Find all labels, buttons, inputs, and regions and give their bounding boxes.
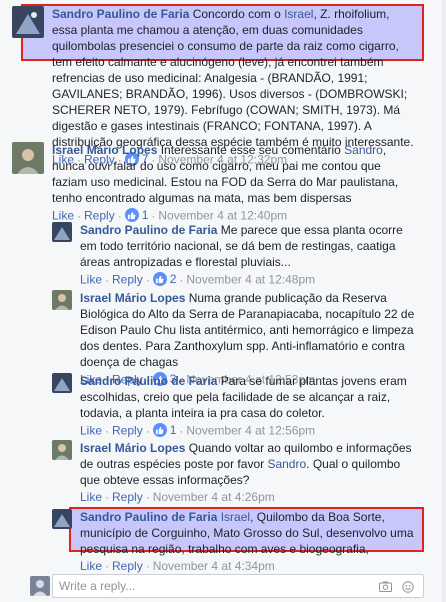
comment-actions: Like · Reply · 2 · November 4 at 12:48pm [80, 271, 316, 287]
mention-link[interactable]: Israel [284, 7, 313, 21]
reply-link[interactable]: Reply [112, 424, 143, 438]
like-count[interactable]: 2 [152, 271, 176, 287]
author-name[interactable]: Sandro Paulino de Faria [80, 374, 217, 388]
comment-text: Sandro Paulino de Faria Me parece que es… [80, 223, 403, 269]
comment-6: Israel Mário Lopes Quando voltar ao quil… [52, 440, 426, 505]
timestamp[interactable]: November 4 at 12:56pm [186, 424, 315, 438]
reply-placeholder: Write a reply... [59, 579, 136, 593]
avatar[interactable] [12, 6, 44, 38]
comment-actions: Like · Reply · November 4 at 4:26pm [80, 490, 275, 504]
comment-text: Sandro Paulino de Faria Para se fumar pl… [80, 374, 407, 420]
timestamp[interactable]: November 4 at 4:34pm [153, 559, 275, 573]
comment-2: Israel Mário Lopes Interessante esse seu… [12, 142, 426, 224]
avatar[interactable] [52, 290, 72, 310]
thumbs-up-icon [124, 208, 139, 222]
comment-text: Israel Mário Lopes Numa grande publicaçã… [80, 291, 415, 369]
comment-text: Israel Mário Lopes Quando voltar ao quil… [80, 441, 412, 487]
reply-link[interactable]: Reply [112, 559, 143, 573]
like-count[interactable]: 1 [152, 422, 176, 438]
reply-link[interactable]: Reply [112, 273, 143, 287]
reply-box-avatar [30, 576, 50, 596]
comment-5: Sandro Paulino de Faria Para se fumar pl… [52, 373, 426, 439]
mention-link[interactable]: Sandro [267, 457, 306, 471]
timestamp[interactable]: November 4 at 12:40pm [158, 209, 287, 223]
reply-input[interactable]: Write a reply... [52, 574, 424, 598]
like-link[interactable]: Like [52, 209, 74, 223]
like-count[interactable]: 1 [124, 207, 148, 223]
like-link[interactable]: Like [80, 273, 102, 287]
like-link[interactable]: Like [80, 424, 102, 438]
camera-icon[interactable] [379, 581, 392, 592]
reply-link[interactable]: Reply [84, 209, 115, 223]
reply-link[interactable]: Reply [112, 490, 143, 504]
comment-text: Sandro Paulino de Faria Concordo com o I… [52, 7, 414, 149]
like-link[interactable]: Like [80, 490, 102, 504]
comment-text: Israel Mário Lopes Interessante esse seu… [52, 143, 399, 205]
timestamp[interactable]: November 4 at 4:26pm [153, 490, 275, 504]
avatar[interactable] [52, 373, 72, 393]
author-name[interactable]: Sandro Paulino de Faria [52, 7, 189, 21]
author-name[interactable]: Israel Mário Lopes [80, 291, 185, 305]
author-name[interactable]: Israel Mário Lopes [52, 143, 157, 157]
avatar[interactable] [52, 509, 72, 529]
timestamp[interactable]: November 4 at 12:48pm [186, 273, 315, 287]
avatar[interactable] [52, 222, 72, 242]
avatar[interactable] [52, 440, 72, 460]
user-avatar-image [33, 580, 47, 596]
comment-text: Sandro Paulino de Faria Israel, Quilombo… [80, 510, 414, 556]
scrollbar[interactable] [442, 0, 446, 602]
mention-link[interactable]: Sandro [344, 143, 383, 157]
comment-7: Sandro Paulino de Faria Israel, Quilombo… [52, 509, 426, 574]
mention-link[interactable]: Israel [221, 510, 250, 524]
author-name[interactable]: Sandro Paulino de Faria [80, 223, 217, 237]
thumbs-up-icon [152, 423, 167, 437]
like-link[interactable]: Like [80, 559, 102, 573]
avatar[interactable] [12, 142, 44, 174]
emoji-icon[interactable] [402, 580, 415, 593]
comment-3: Sandro Paulino de Faria Me parece que es… [52, 222, 426, 288]
author-name[interactable]: Sandro Paulino de Faria [80, 510, 217, 524]
thumbs-up-icon [152, 272, 167, 286]
comment-actions: Like · Reply · 1 · November 4 at 12:56pm [80, 422, 316, 438]
author-name[interactable]: Israel Mário Lopes [80, 441, 185, 455]
comment-actions: Like · Reply · November 4 at 4:34pm [80, 559, 275, 573]
